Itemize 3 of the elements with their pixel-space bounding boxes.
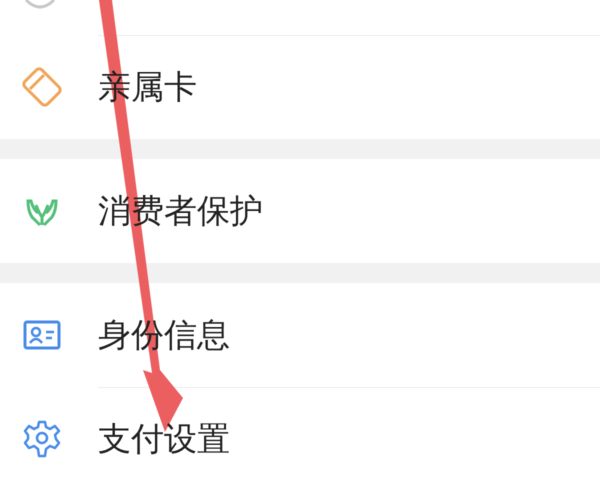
card-icon: [22, 67, 62, 107]
menu-item[interactable]: 支付设置: [0, 387, 600, 491]
settings-icon: [22, 419, 62, 459]
